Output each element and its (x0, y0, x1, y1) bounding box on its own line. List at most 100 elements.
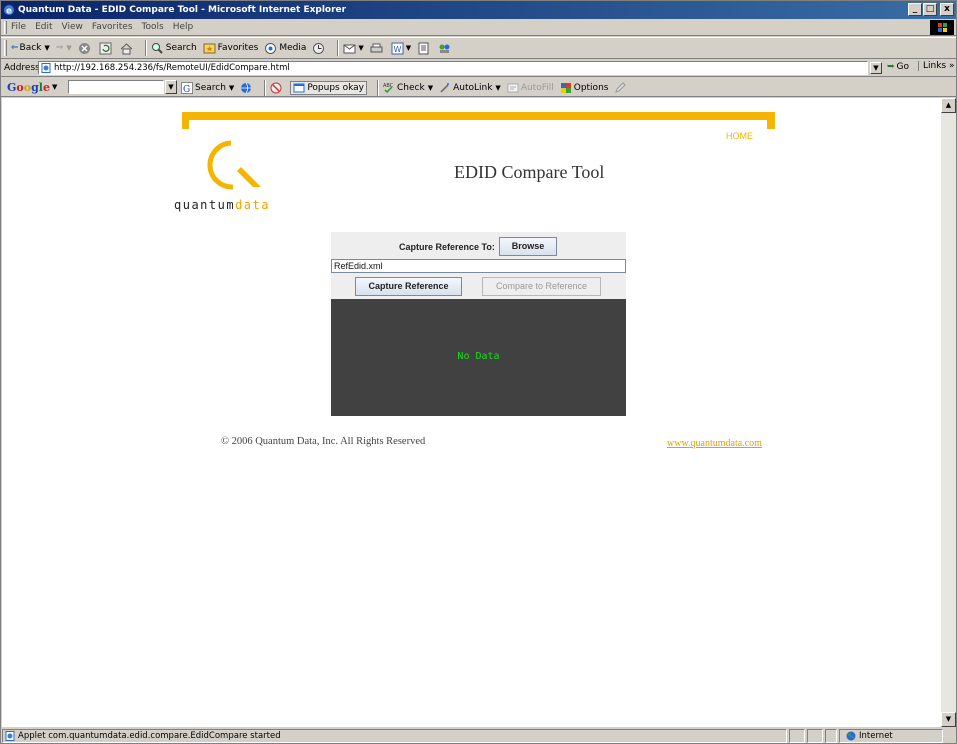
scroll-down-arrow-icon[interactable]: ▼ (941, 712, 956, 727)
autolink-button[interactable]: AutoLink ▼ (439, 82, 501, 94)
go-label: Go (896, 62, 910, 72)
back-arrow-icon: ⇐ (11, 43, 19, 53)
page-icon (41, 63, 51, 73)
highlight-button[interactable] (614, 82, 628, 94)
stop-button[interactable] (78, 42, 93, 55)
toolbar-separator (377, 80, 380, 96)
address-bar: Address http://192.168.254.236/fs/Remote… (1, 60, 956, 77)
favorites-label: Favorites (217, 43, 259, 53)
google-search-label: Search (195, 83, 226, 93)
vertical-scrollbar[interactable]: ▲ ▼ (941, 98, 956, 727)
menu-bar: File Edit View Favorites Tools Help (1, 19, 956, 36)
logo-wordmark-main: quantum (174, 198, 236, 212)
links-button[interactable]: Links » (918, 61, 955, 71)
refresh-button[interactable] (99, 42, 114, 55)
website-link[interactable]: www.quantumdata.com (667, 438, 762, 449)
forward-button[interactable]: ⇒ ▼ (56, 43, 72, 53)
google-search-button[interactable]: G Search ▼ (181, 82, 234, 94)
result-display: No Data (331, 299, 626, 416)
edid-compare-applet: Capture Reference To: Browse RefEdid.xml… (331, 232, 626, 416)
address-input[interactable]: http://192.168.254.236/fs/RemoteUI/EdidC… (38, 61, 868, 75)
svg-text:e: e (6, 7, 12, 17)
title-bar[interactable]: e Quantum Data - EDID Compare Tool - Mic… (1, 1, 956, 19)
toolbar-separator (337, 40, 340, 56)
back-label: Back (19, 43, 42, 53)
security-zone-label: Internet (859, 731, 893, 741)
status-pane (807, 729, 823, 743)
home-button[interactable] (120, 42, 135, 55)
google-search-dropdown[interactable]: ▼ (165, 80, 177, 94)
close-button[interactable]: x (940, 3, 954, 16)
header-frame-bar (182, 112, 775, 120)
maximize-button[interactable]: □ (923, 3, 937, 16)
compare-to-reference-button[interactable]: Compare to Reference (482, 277, 601, 296)
options-icon (560, 83, 571, 93)
google-logo[interactable]: Google (7, 81, 50, 94)
magic-wand-icon (440, 83, 450, 93)
menu-favorites[interactable]: Favorites (92, 22, 133, 32)
menu-file[interactable]: File (11, 22, 26, 32)
page-viewport: HOME quantumdata EDID Compare Tool Captu… (2, 98, 941, 727)
svg-text:W: W (393, 45, 401, 54)
status-message-pane: Applet com.quantumdata.edid.compare.Edid… (2, 729, 787, 743)
ie-logo-icon: e (4, 5, 14, 17)
go-button[interactable]: ➥ Go (887, 62, 909, 72)
dropdown-arrow-icon: ▼ (495, 84, 501, 92)
favorites-button[interactable]: Favorites (203, 42, 259, 55)
history-button[interactable] (312, 42, 327, 55)
edit-button[interactable]: W ▼ (391, 42, 411, 55)
google-news-button[interactable] (240, 82, 254, 94)
autolink-label: AutoLink (453, 83, 493, 93)
menu-help[interactable]: Help (173, 22, 194, 32)
menu-tools[interactable]: Tools (142, 22, 164, 32)
back-button[interactable]: ⇐ Back ▼ (11, 43, 50, 53)
pagerank-button[interactable] (270, 82, 284, 94)
menu-edit[interactable]: Edit (35, 22, 52, 32)
copyright-text: © 2006 Quantum Data, Inc. All Rights Res… (221, 436, 426, 447)
print-button[interactable] (370, 42, 385, 55)
standard-toolbar: ⇐ Back ▼ ⇒ ▼ Search Favorites Media ▼ W ▼ (1, 37, 956, 59)
media-icon (265, 42, 277, 54)
home-link[interactable]: HOME (726, 131, 753, 141)
window-title: Quantum Data - EDID Compare Tool - Micro… (18, 5, 347, 15)
mail-button[interactable]: ▼ (343, 42, 364, 55)
spell-check-button[interactable]: ABC Check ▼ (383, 82, 433, 94)
media-button[interactable]: Media (264, 42, 306, 55)
quantum-data-q-logo (207, 140, 261, 190)
reference-filename-field[interactable]: RefEdid.xml (331, 259, 626, 273)
links-label: Links (923, 61, 947, 71)
discuss-button[interactable] (417, 42, 432, 55)
messenger-button[interactable] (438, 42, 453, 55)
capture-reference-label: Capture Reference To: (399, 242, 495, 252)
google-search-input[interactable] (68, 80, 164, 94)
svg-text:ABC: ABC (383, 83, 394, 89)
windows-logo-icon (930, 20, 954, 35)
spell-check-icon: ABC (383, 83, 394, 94)
messenger-icon (439, 44, 450, 53)
google-logo-letter: e (42, 80, 50, 94)
dropdown-arrow-icon[interactable]: ▼ (52, 83, 57, 91)
minimize-button[interactable]: _ (908, 3, 922, 16)
internet-globe-icon (846, 731, 856, 741)
dropdown-arrow-icon: ▼ (358, 44, 364, 52)
capture-reference-button[interactable]: Capture Reference (355, 277, 462, 296)
google-logo-letter: g (31, 80, 39, 94)
globe-icon (241, 82, 252, 94)
menu-view[interactable]: View (62, 22, 83, 32)
dropdown-arrow-icon: ▼ (427, 84, 434, 92)
google-logo-letter: o (16, 80, 24, 94)
search-button[interactable]: Search (151, 42, 197, 55)
popups-okay-label: Popups okay (307, 83, 365, 93)
autofill-button[interactable]: AutoFill (507, 82, 554, 94)
options-button[interactable]: Options (560, 82, 608, 94)
popups-okay-button[interactable]: Popups okay (290, 81, 368, 95)
toolbar-separator (144, 40, 147, 56)
result-text: No Data (457, 351, 500, 362)
dropdown-arrow-icon: ▼ (228, 84, 235, 92)
chevron-right-icon: » (949, 61, 955, 71)
word-edit-icon: W (391, 42, 404, 54)
spell-check-label: Check (397, 83, 425, 93)
address-dropdown-button[interactable]: ▼ (870, 62, 882, 74)
scroll-up-arrow-icon[interactable]: ▲ (941, 98, 956, 113)
browse-button[interactable]: Browse (499, 237, 557, 256)
